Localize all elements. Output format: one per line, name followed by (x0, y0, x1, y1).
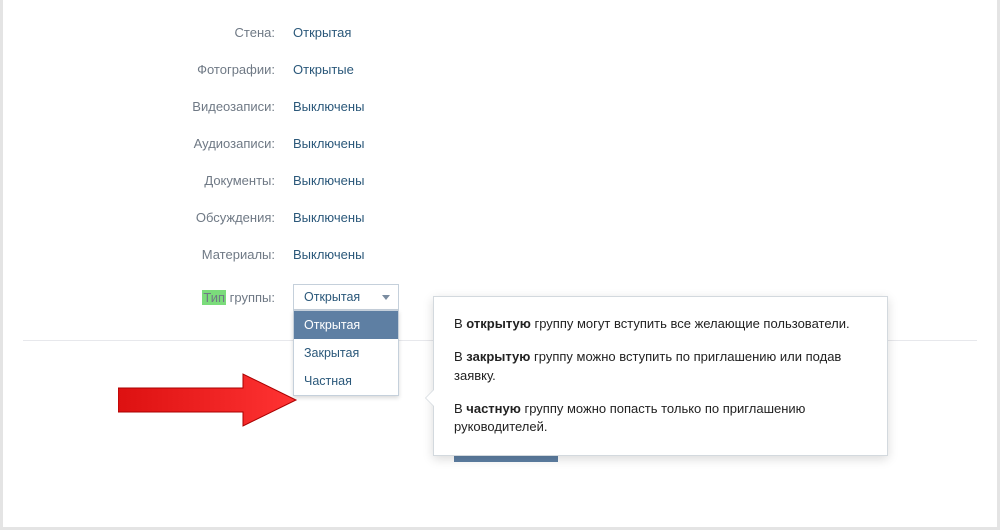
option-private[interactable]: Частная (294, 367, 398, 395)
group-type-selected-text: Открытая (304, 290, 360, 304)
value-videos[interactable]: Выключены (293, 99, 364, 114)
label-group-type-rest: группы: (226, 290, 275, 305)
label-group-type-highlight: Тип (202, 290, 226, 305)
label-audio: Аудиозаписи: (3, 136, 293, 151)
label-docs: Документы: (3, 173, 293, 188)
value-docs[interactable]: Выключены (293, 173, 364, 188)
row-docs: Документы: Выключены (3, 173, 997, 188)
row-wall: Стена: Открытая (3, 25, 997, 40)
value-wall[interactable]: Открытая (293, 25, 351, 40)
value-discussions[interactable]: Выключены (293, 210, 364, 225)
label-wall: Стена: (3, 25, 293, 40)
tooltip-para-private: В частную группу можно попасть только по… (454, 400, 867, 438)
group-type-tooltip: В открытую группу могут вступить все жел… (433, 296, 888, 456)
label-materials: Материалы: (3, 247, 293, 262)
label-group-type: Тип группы: (3, 290, 293, 305)
option-closed[interactable]: Закрытая (294, 339, 398, 367)
value-materials[interactable]: Выключены (293, 247, 364, 262)
tooltip-para-open: В открытую группу могут вступить все жел… (454, 315, 867, 334)
label-videos: Видеозаписи: (3, 99, 293, 114)
group-type-options: Открытая Закрытая Частная (293, 310, 399, 396)
option-open[interactable]: Открытая (294, 311, 398, 339)
row-videos: Видеозаписи: Выключены (3, 99, 997, 114)
chevron-down-icon (382, 295, 390, 300)
red-arrow-icon (118, 370, 298, 430)
row-photos: Фотографии: Открытые (3, 62, 997, 77)
value-photos[interactable]: Открытые (293, 62, 354, 77)
tooltip-para-closed: В закрытую группу можно вступить по приг… (454, 348, 867, 386)
group-type-select[interactable]: Открытая (293, 284, 399, 310)
row-materials: Материалы: Выключены (3, 247, 997, 262)
settings-panel: Стена: Открытая Фотографии: Открытые Вид… (0, 0, 1000, 530)
row-discussions: Обсуждения: Выключены (3, 210, 997, 225)
label-discussions: Обсуждения: (3, 210, 293, 225)
value-audio[interactable]: Выключены (293, 136, 364, 151)
group-type-dropdown: Открытая Открытая Закрытая Частная (293, 284, 399, 310)
row-audio: Аудиозаписи: Выключены (3, 136, 997, 151)
tooltip-arrow-icon (425, 389, 434, 407)
label-photos: Фотографии: (3, 62, 293, 77)
